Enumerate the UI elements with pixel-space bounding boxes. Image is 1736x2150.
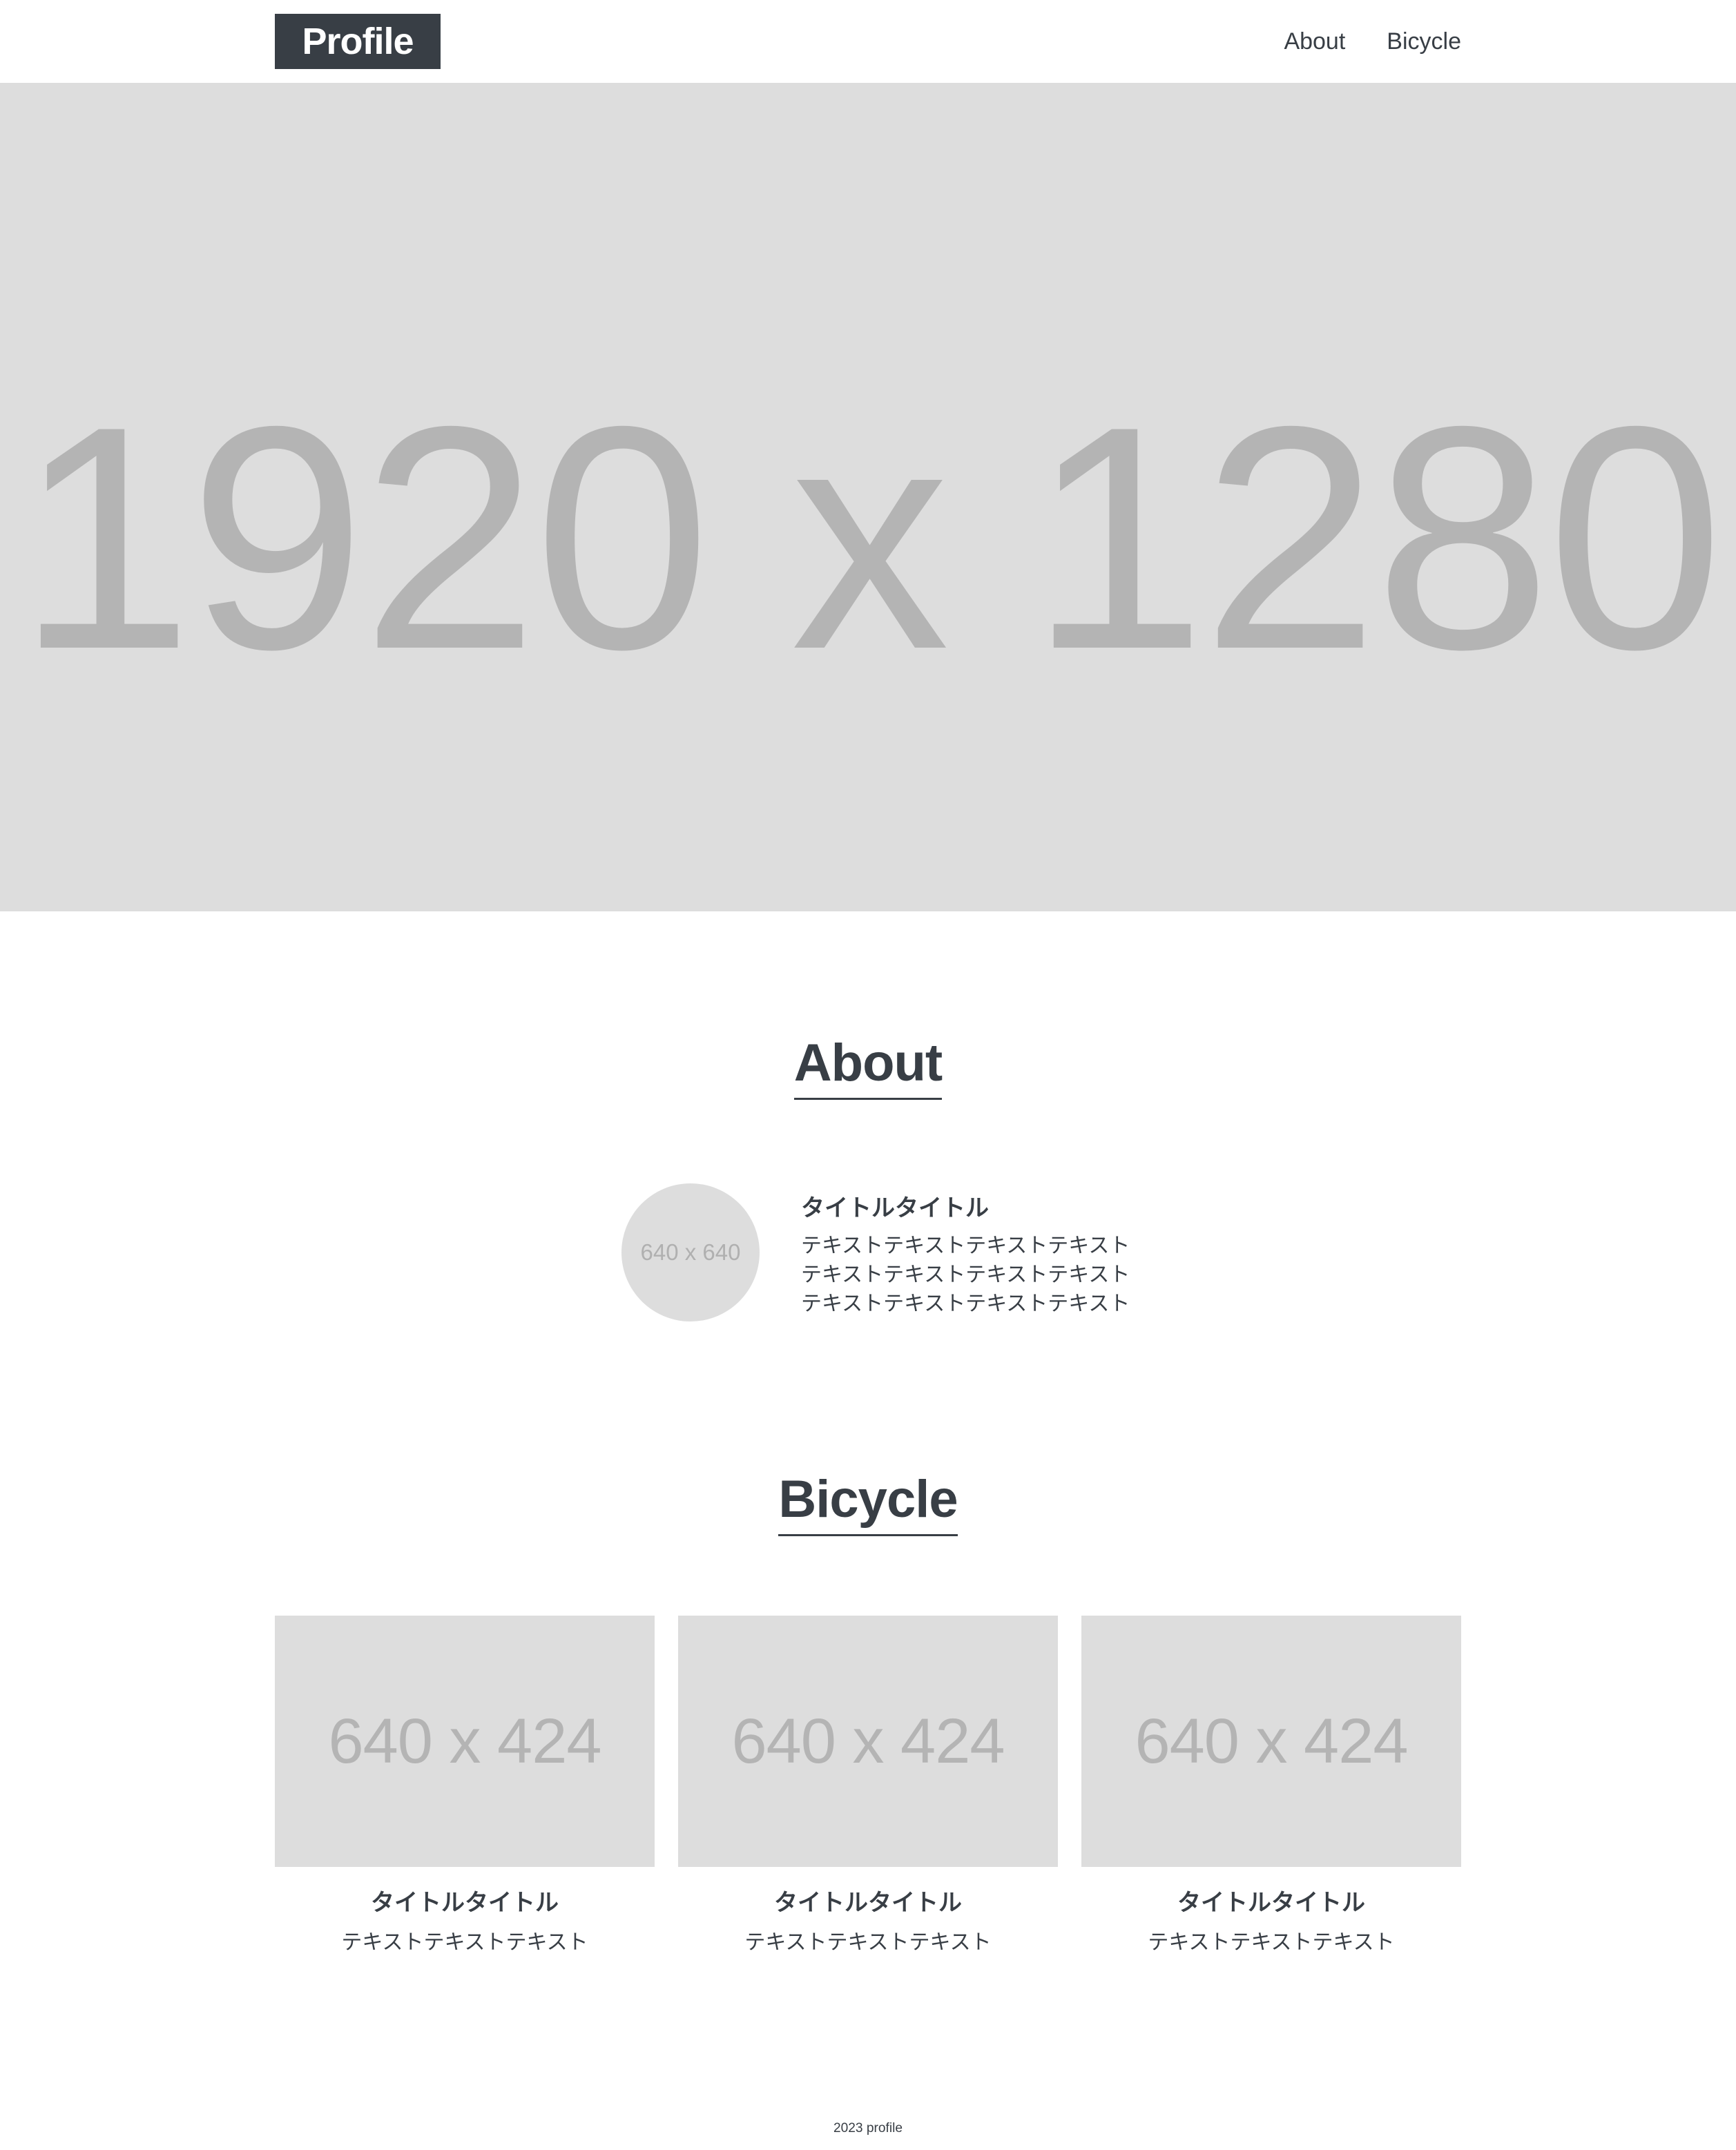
hero-image: 1920 x 1280 [0,83,1736,911]
bicycle-card: 640 x 424 タイトルタイトル テキストテキストテキスト [678,1616,1058,1958]
bicycle-card: 640 x 424 タイトルタイトル テキストテキストテキスト [1081,1616,1461,1958]
site-header: Profile About Bicycle [0,0,1736,83]
bicycle-card-title: タイトルタイトル [371,1890,559,1916]
bicycle-card-image: 640 x 424 [1081,1616,1461,1867]
bicycle-card-image: 640 x 424 [275,1616,655,1867]
bicycle-card-text: テキストテキストテキスト [744,1931,992,1954]
bicycle-card-title: タイトルタイトル [774,1890,962,1916]
nav-link-about[interactable]: About [1284,28,1345,55]
bicycle-card-image-placeholder-label: 640 x 424 [328,1705,601,1776]
bicycle-card-image-placeholder-label: 640 x 424 [1135,1705,1408,1776]
about-body: テキストテキストテキストテキスト テキストテキストテキストテキスト テキストテキ… [801,1232,1215,1319]
about-body-line: テキストテキストテキストテキスト [801,1263,1130,1286]
about-body-line: テキストテキストテキストテキスト [801,1234,1130,1257]
avatar-placeholder-label: 640 x 640 [640,1239,741,1265]
about-section-heading-wrapper: About [0,1030,1736,1100]
footer-copyright: 2023 profile [833,2121,903,2136]
bicycle-card-image-placeholder-label: 640 x 424 [731,1705,1005,1776]
avatar: 640 x 640 [621,1183,760,1321]
hero-image-placeholder-label: 1920 x 1280 [16,361,1724,715]
about-section-heading: About [793,1030,943,1100]
bicycle-card-text: テキストテキストテキスト [341,1931,588,1954]
bicycle-card-image: 640 x 424 [678,1616,1058,1867]
main-nav: About Bicycle [1284,0,1461,83]
bicycle-card: 640 x 424 タイトルタイトル テキストテキストテキスト [275,1616,655,1958]
bicycle-section-heading-wrapper: Bicycle [0,1466,1736,1536]
about-body-line: テキストテキストテキストテキスト [801,1292,1130,1315]
bicycle-card-title: タイトルタイトル [1177,1890,1365,1916]
bicycle-card-list: 640 x 424 タイトルタイトル テキストテキストテキスト 640 x 42… [275,1616,1461,1958]
site-footer: 2023 profile [0,2113,1736,2142]
nav-link-bicycle[interactable]: Bicycle [1387,28,1461,55]
logo-link[interactable]: Profile [275,14,441,69]
about-title: タイトルタイトル [801,1195,989,1221]
about-text-block: タイトルタイトル テキストテキストテキストテキスト テキストテキストテキストテキ… [801,1192,1215,1319]
bicycle-section-heading: Bicycle [778,1466,958,1536]
bicycle-card-text: テキストテキストテキスト [1148,1931,1395,1954]
